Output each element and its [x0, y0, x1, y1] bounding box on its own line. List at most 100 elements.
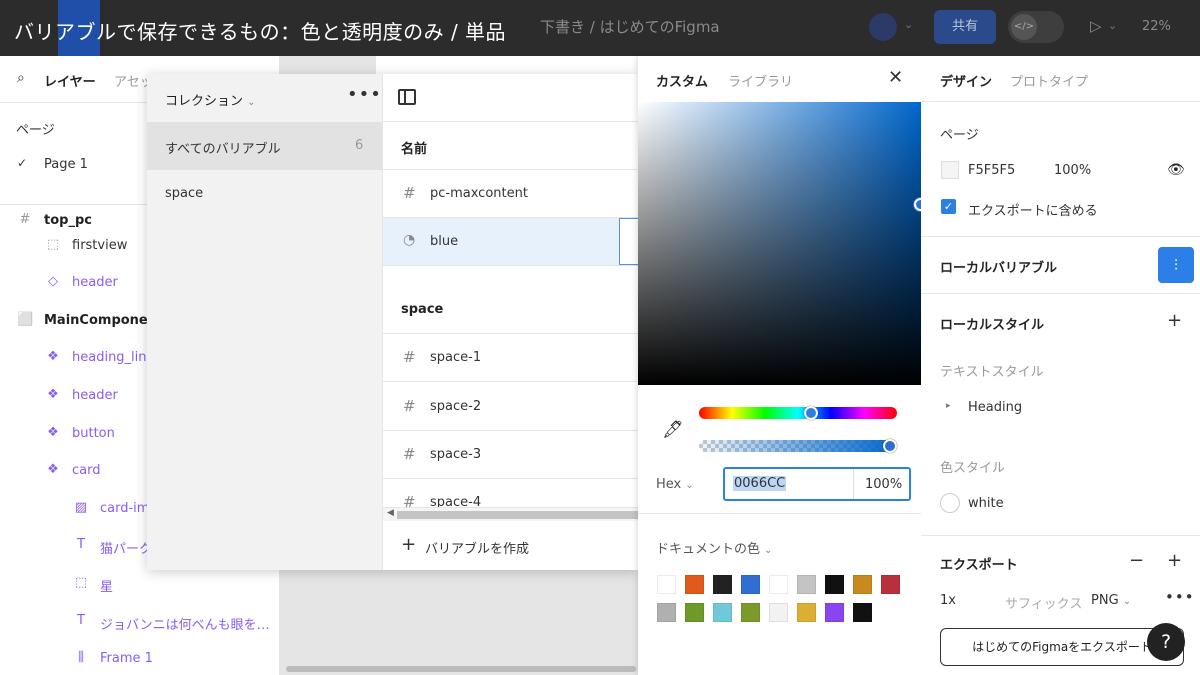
scroll-left-icon[interactable]: ◀ — [387, 508, 394, 518]
instance-icon: ◇ — [48, 274, 58, 289]
color-swatch[interactable] — [685, 603, 704, 622]
text-style-item[interactable]: Heading — [968, 400, 1022, 415]
page-background-swatch[interactable] — [941, 161, 959, 179]
horizontal-scrollbar[interactable] — [286, 666, 636, 672]
color-swatch[interactable] — [741, 603, 760, 622]
create-variable-button[interactable]: + バリアブルを作成 — [383, 522, 638, 570]
more-icon[interactable]: ••• — [347, 84, 382, 105]
hue-slider-knob[interactable] — [803, 406, 818, 420]
variable-row-selected[interactable]: ◔ blue — [383, 218, 638, 266]
color-swatch[interactable] — [713, 603, 732, 622]
color-swatch[interactable] — [825, 603, 844, 622]
layer-row[interactable]: ⬚ 星 — [0, 572, 280, 598]
local-variables-button[interactable]: ⫶ — [1158, 247, 1194, 283]
opacity-input[interactable]: 100% — [865, 477, 902, 492]
color-swatch[interactable] — [881, 575, 900, 594]
collection-header: コレクション ⌄ ••• — [147, 74, 382, 122]
file-breadcrumb[interactable]: 下書き / はじめてのFigma — [540, 16, 720, 37]
tab-library[interactable]: ライブラリ — [728, 71, 793, 90]
hex-value[interactable]: 0066CC — [733, 476, 787, 491]
variable-row[interactable]: # space-4 — [383, 479, 638, 507]
variable-name: space-1 — [430, 350, 482, 365]
number-variable-icon: # — [403, 348, 416, 366]
chevron-down-icon[interactable]: ⌄ — [904, 18, 913, 31]
collection-dropdown[interactable]: コレクション ⌄ — [165, 90, 256, 109]
add-style-icon[interactable]: + — [1167, 310, 1182, 331]
color-style-item[interactable]: white — [968, 496, 1004, 511]
more-icon[interactable]: ••• — [1165, 588, 1195, 606]
zoom-level[interactable]: 22% — [1142, 19, 1171, 34]
hex-input[interactable]: 0066CC 100% — [723, 467, 911, 501]
minus-icon[interactable]: − — [1129, 550, 1144, 571]
share-button[interactable]: 共有 — [934, 10, 996, 44]
overlay-caption: バリアブルで保存できるもの：色と透明度のみ / 単品 — [14, 20, 507, 44]
variable-row[interactable]: # space-2 — [383, 383, 638, 431]
color-swatch[interactable] — [685, 575, 704, 594]
collection-item-space[interactable]: space — [147, 170, 382, 218]
variable-value-cell[interactable] — [619, 218, 638, 265]
layer-name: 星 — [100, 580, 114, 595]
scroll-thumb[interactable] — [397, 511, 638, 519]
chevron-down-icon: ⌄ — [1122, 596, 1132, 607]
page-bg-opacity[interactable]: 100% — [1054, 163, 1091, 178]
help-button[interactable]: ? — [1147, 623, 1185, 661]
frame-icon: # — [19, 212, 31, 227]
eyedropper-icon[interactable]: 🖋 — [662, 420, 684, 440]
export-scale[interactable]: 1x — [940, 593, 956, 608]
hue-slider[interactable] — [699, 406, 897, 420]
export-include-checkbox[interactable]: ✓ — [941, 199, 956, 214]
text-icon: T — [77, 613, 85, 628]
tab-design[interactable]: デザイン — [940, 71, 992, 90]
color-swatch[interactable] — [797, 575, 816, 594]
user-avatar[interactable] — [869, 13, 897, 41]
close-icon[interactable]: ✕ — [888, 67, 903, 88]
play-icon[interactable]: ▷ — [1090, 17, 1102, 35]
component-icon: ❖ — [47, 387, 59, 402]
color-swatch[interactable] — [769, 603, 788, 622]
divider — [921, 236, 1200, 237]
color-swatch[interactable] — [741, 575, 760, 594]
variable-row[interactable]: # pc-maxcontent — [383, 170, 638, 218]
color-format-dropdown[interactable]: Hex ⌄ — [656, 477, 694, 492]
color-swatch[interactable] — [853, 603, 872, 622]
color-swatch[interactable] — [853, 575, 872, 594]
tab-layers[interactable]: レイヤー — [44, 71, 96, 90]
variable-row[interactable]: # space-3 — [383, 431, 638, 479]
color-picker-popover: カスタム ライブラリ ✕ 🖋 Hex ⌄ 0066CC 100% ドキュメントの色… — [638, 56, 927, 675]
collections-sidebar: コレクション ⌄ ••• すべてのバリアブル 6 space — [147, 74, 382, 570]
variables-list: 名前 # pc-maxcontent ◔ blue space # space-… — [382, 74, 638, 570]
variables-scrollbar[interactable]: ◀ — [383, 507, 638, 521]
variable-row[interactable]: # space-1 — [383, 334, 638, 382]
export-format-dropdown[interactable]: PNG ⌄ — [1091, 593, 1131, 608]
dev-mode-toggle[interactable]: </> — [1008, 11, 1064, 43]
opacity-slider-knob[interactable] — [883, 439, 897, 453]
color-swatch[interactable] — [657, 575, 676, 594]
chevron-down-icon[interactable]: ⌄ — [1108, 19, 1117, 32]
page-bg-hex[interactable]: F5F5F5 — [968, 163, 1015, 178]
tab-prototype[interactable]: プロトタイプ — [1010, 71, 1088, 90]
saturation-value-field[interactable] — [638, 102, 927, 385]
document-colors-dropdown[interactable]: ドキュメントの色 ⌄ — [656, 538, 772, 557]
tab-custom[interactable]: カスタム — [656, 71, 708, 90]
text-styles-label: テキストスタイル — [940, 365, 1044, 380]
export-suffix-input[interactable]: サフィックス — [1005, 593, 1082, 612]
color-swatch[interactable] — [657, 603, 676, 622]
color-swatch[interactable] — [825, 575, 844, 594]
color-swatch[interactable] — [713, 575, 732, 594]
sidebar-toggle-icon[interactable] — [398, 89, 416, 105]
layer-row[interactable]: T ジョバンニは何べんも眼を… — [0, 610, 280, 636]
collection-item-all[interactable]: すべてのバリアブル 6 — [147, 122, 382, 170]
plus-icon[interactable]: + — [1167, 550, 1182, 571]
local-styles-title: ローカルスタイル — [940, 318, 1045, 333]
sliders-icon: ⫶ — [1174, 256, 1178, 274]
page-section-title: ページ — [940, 128, 979, 143]
color-style-swatch[interactable] — [940, 493, 960, 513]
opacity-slider[interactable] — [699, 439, 897, 453]
layer-row[interactable]: ⫼ Frame 1 — [0, 647, 280, 673]
color-swatch[interactable] — [797, 603, 816, 622]
eye-icon[interactable]: 👁 — [1167, 162, 1185, 178]
color-variable-icon: ◔ — [403, 232, 416, 248]
caret-right-icon[interactable]: ▸ — [946, 401, 951, 411]
color-swatch[interactable] — [769, 575, 788, 594]
search-icon[interactable]: ⌕ — [17, 70, 25, 86]
